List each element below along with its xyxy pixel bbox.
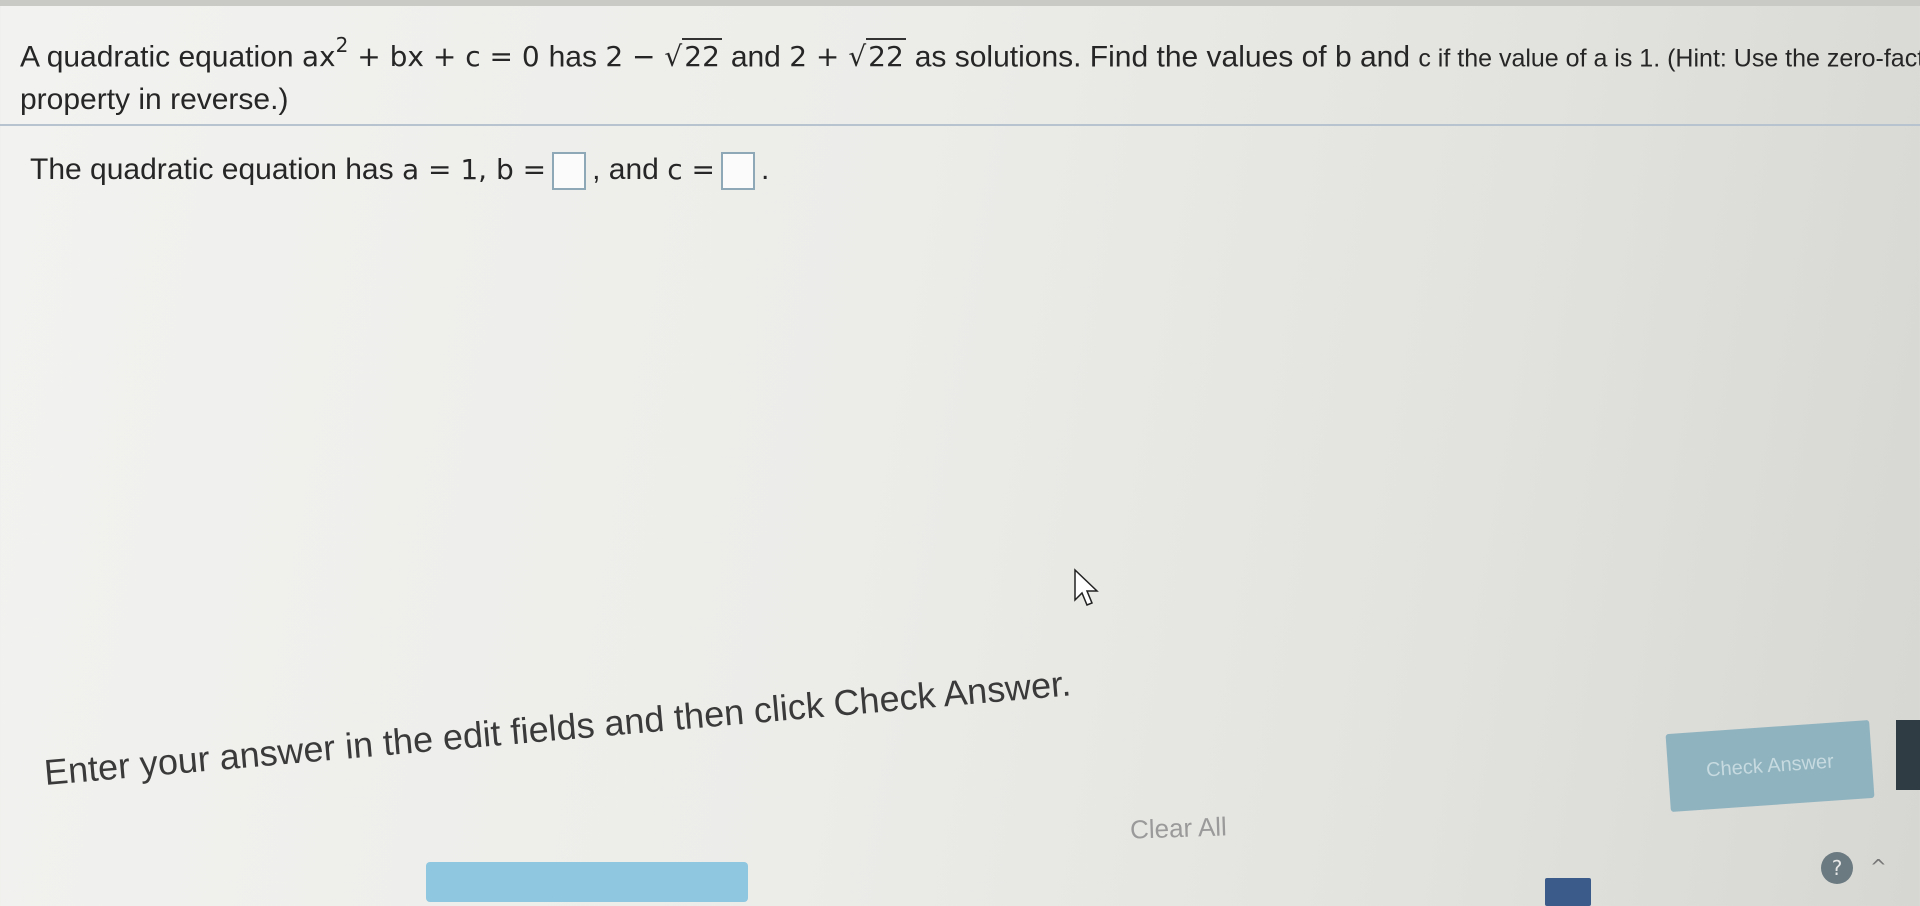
question-text: A quadratic equation ax2 + bx + c = 0 ha… [20,28,1920,121]
question-and: and [730,40,781,74]
answer-comma-and: , and [592,152,659,186]
instruction-text: Enter your answer in the edit fields and… [42,662,1073,794]
equation-ax: ax [301,40,336,74]
answer-c-eq: c = [667,152,715,186]
right-edge-panel [1896,720,1920,790]
top-edge [0,0,1920,6]
answer-prefix: The quadratic equation has [30,152,394,186]
equation-exponent: 2 [335,33,349,57]
answer-line: The quadratic equation has a = 1, b = , a… [30,152,769,190]
mouse-pointer-icon [1073,568,1103,615]
solution-1-prefix: 2 − [605,40,656,74]
bottom-bar [426,862,748,902]
question-tail: as solutions. Find the values of b and [914,40,1411,74]
b-input[interactable] [552,152,587,190]
solution-2: 2 + √22 [789,38,914,74]
equation: ax2 + bx + c = 0 [301,33,549,74]
clear-all-button[interactable]: Clear All [1129,811,1227,845]
answer-period: . [760,152,770,186]
section-divider [0,124,1920,126]
answer-a-part: a = 1, b = [401,152,547,186]
question-line-2: property in reverse.) [20,83,289,117]
solution-2-prefix: 2 + [789,40,840,74]
question-has: has [548,40,597,74]
taskbar-app-icon[interactable] [1545,878,1591,906]
question-intro: A quadratic equation [20,40,294,74]
check-answer-button[interactable]: Check Answer [1665,719,1875,813]
help-icon[interactable]: ? [1821,852,1853,884]
chevron-up-icon[interactable]: ^ [1870,855,1887,879]
solution-1-radicand: 22 [682,38,722,74]
question-line-1: A quadratic equation ax2 + bx + c = 0 ha… [20,28,1920,79]
solution-2-radicand: 22 [866,38,906,74]
sqrt-symbol-2: √22 [848,38,906,74]
solution-1: 2 − √22 [605,38,730,74]
help-glyph: ? [1831,856,1843,880]
c-input[interactable] [720,152,755,190]
sqrt-symbol-1: √22 [664,38,722,74]
equation-rest: + bx + c = 0 [357,40,540,74]
question-hint: c if the value of a is 1. (Hint: Use the… [1418,44,1920,73]
